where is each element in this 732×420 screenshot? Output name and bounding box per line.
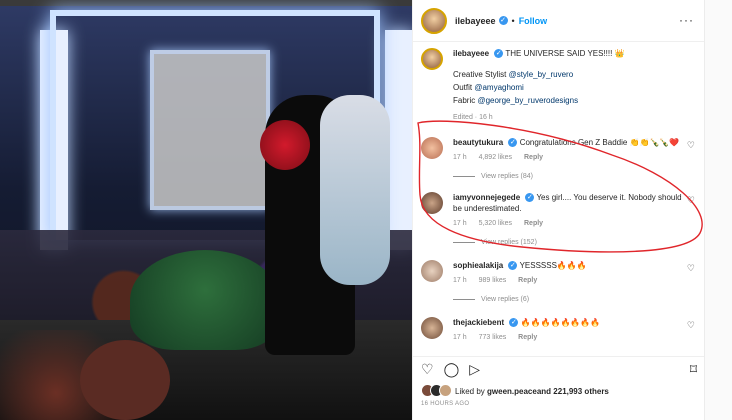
stage-screen bbox=[150, 50, 270, 210]
reply-button[interactable]: Reply bbox=[518, 277, 537, 284]
follow-button[interactable]: Follow bbox=[519, 16, 548, 26]
comment-meta: 17 h 773 likes Reply bbox=[453, 332, 683, 343]
comment-meta: 17 h 4,892 likes Reply bbox=[453, 152, 683, 163]
woman-green-dress bbox=[130, 250, 280, 350]
verified-icon: ✓ bbox=[509, 318, 519, 328]
comment-text: 🔥🔥🔥🔥🔥🔥🔥🔥 bbox=[520, 318, 601, 327]
caption-text: THE UNIVERSE SAID YES!!!! 👑 bbox=[505, 49, 625, 58]
caption-username[interactable]: ilebayeee bbox=[453, 49, 489, 58]
man-white-suit bbox=[320, 95, 390, 285]
caption-fabric-line: Fabric @george_by_ruverodesigns bbox=[453, 95, 683, 106]
post-date: 16 HOURS AGO bbox=[421, 401, 470, 407]
liker-avatars bbox=[421, 384, 452, 398]
photo-top-bar bbox=[0, 0, 412, 6]
verified-icon: ✓ bbox=[508, 261, 518, 271]
liker-avatar bbox=[439, 384, 452, 397]
comment-text: YESSSSS🔥🔥🔥 bbox=[519, 261, 587, 270]
author-username[interactable]: ilebayeee bbox=[455, 16, 496, 26]
reply-button[interactable]: Reply bbox=[524, 154, 543, 161]
comment-time: 17 h bbox=[453, 220, 467, 227]
commenter-avatar[interactable] bbox=[421, 137, 443, 159]
verified-icon: ✓ bbox=[494, 49, 504, 59]
comment-bubble-icon[interactable]: ◯ bbox=[444, 361, 460, 378]
mention-link[interactable]: @amyaghomi bbox=[474, 83, 523, 92]
replies-line bbox=[453, 242, 475, 243]
view-replies-button[interactable]: View replies (6) bbox=[413, 296, 705, 303]
post-header: ilebayeee ✓ • Follow ··· bbox=[413, 0, 704, 42]
comments-scroll[interactable]: ilebayeee ✓ THE UNIVERSE SAID YES!!!! 👑 … bbox=[413, 42, 705, 353]
caption: ilebayeee ✓ THE UNIVERSE SAID YES!!!! 👑 … bbox=[413, 48, 705, 123]
caption-avatar[interactable] bbox=[421, 48, 443, 70]
comment-item: iamyvonnejegede ✓ Yes girl.... You deser… bbox=[413, 192, 705, 229]
commenter-avatar[interactable] bbox=[421, 192, 443, 214]
verified-icon: ✓ bbox=[525, 193, 535, 203]
comment-time: 17 h bbox=[453, 154, 467, 161]
rose-bouquet bbox=[260, 120, 310, 170]
comment-likes[interactable]: 989 likes bbox=[479, 277, 507, 284]
commenter-username[interactable]: beautytukura bbox=[453, 138, 503, 147]
verified-icon: ✓ bbox=[508, 138, 518, 148]
comment-item: sophiealakija ✓ YESSSSS🔥🔥🔥 17 h 989 like… bbox=[413, 260, 705, 286]
comment-likes[interactable]: 773 likes bbox=[479, 334, 507, 341]
view-replies-label: View replies (152) bbox=[481, 239, 537, 246]
comment-text: Congratulations Gen Z Baddie 👏👏🍾🍾❤️ bbox=[519, 138, 680, 147]
post-panel: ilebayeee ✓ • Follow ··· ilebayeee ✓ THE… bbox=[412, 0, 705, 420]
caption-stylist-label: Creative Stylist bbox=[453, 70, 509, 79]
like-comment-heart-icon[interactable]: ♡ bbox=[687, 263, 695, 274]
like-heart-icon[interactable]: ♡ bbox=[421, 361, 434, 378]
comment-item: beautytukura ✓ Congratulations Gen Z Bad… bbox=[413, 137, 705, 163]
caption-outfit-label: Outfit bbox=[453, 83, 475, 92]
commenter-username[interactable]: iamyvonnejegede bbox=[453, 193, 520, 202]
comment-meta: 17 h 989 likes Reply bbox=[453, 275, 683, 286]
caption-outfit-line: Outfit @amyaghomi bbox=[453, 82, 683, 93]
bookmark-icon[interactable]: ⌑ bbox=[690, 361, 697, 378]
view-replies-button[interactable]: View replies (84) bbox=[413, 173, 705, 180]
comment-item: thejackiebent ✓ 🔥🔥🔥🔥🔥🔥🔥🔥 17 h 773 likes … bbox=[413, 317, 705, 343]
comment-meta: 17 h 5,320 likes Reply bbox=[453, 218, 683, 229]
comment-likes[interactable]: 5,320 likes bbox=[479, 220, 512, 227]
reply-button[interactable]: Reply bbox=[524, 220, 543, 227]
caption-fabric-label: Fabric bbox=[453, 96, 478, 105]
mention-link[interactable]: @style_by_ruvero bbox=[509, 70, 574, 79]
comment-time: 17 h bbox=[453, 277, 467, 284]
like-comment-heart-icon[interactable]: ♡ bbox=[687, 195, 695, 206]
author-avatar[interactable] bbox=[421, 7, 447, 34]
verified-icon: ✓ bbox=[498, 16, 508, 25]
post-actions: ♡ ◯ ▷ ⌑ bbox=[413, 356, 705, 382]
post-photo[interactable] bbox=[0, 0, 412, 420]
caption-edited: Edited · 16 h bbox=[453, 114, 493, 121]
commenter-avatar[interactable] bbox=[421, 317, 443, 339]
view-replies-label: View replies (84) bbox=[481, 173, 534, 180]
foreground-head bbox=[80, 340, 170, 420]
commenter-avatar[interactable] bbox=[421, 260, 443, 282]
liked-by-count[interactable]: and 221,993 others bbox=[537, 387, 609, 396]
liked-by-prefix: Liked by bbox=[455, 386, 485, 396]
commenter-username[interactable]: sophiealakija bbox=[453, 261, 503, 270]
caption-stylist-line: Creative Stylist @style_by_ruvero bbox=[453, 69, 683, 80]
comment-likes[interactable]: 4,892 likes bbox=[479, 154, 512, 161]
like-comment-heart-icon[interactable]: ♡ bbox=[687, 320, 695, 331]
reply-button[interactable]: Reply bbox=[518, 334, 537, 341]
view-replies-button[interactable]: View replies (152) bbox=[413, 239, 705, 246]
right-gutter bbox=[704, 0, 732, 420]
like-comment-heart-icon[interactable]: ♡ bbox=[687, 140, 695, 151]
view-replies-label: View replies (6) bbox=[481, 296, 530, 303]
replies-line bbox=[453, 299, 475, 300]
more-options-icon[interactable]: ··· bbox=[679, 13, 694, 27]
commenter-username[interactable]: thejackiebent bbox=[453, 318, 504, 327]
likes-summary: Liked by gween.peace and 221,993 others bbox=[421, 384, 609, 398]
separator-dot: • bbox=[511, 15, 515, 26]
replies-line bbox=[453, 176, 475, 177]
comment-time: 17 h bbox=[453, 334, 467, 341]
mention-link[interactable]: @george_by_ruverodesigns bbox=[477, 96, 578, 105]
liked-by-user[interactable]: gween.peace bbox=[487, 387, 537, 396]
share-paper-plane-icon[interactable]: ▷ bbox=[469, 361, 480, 378]
